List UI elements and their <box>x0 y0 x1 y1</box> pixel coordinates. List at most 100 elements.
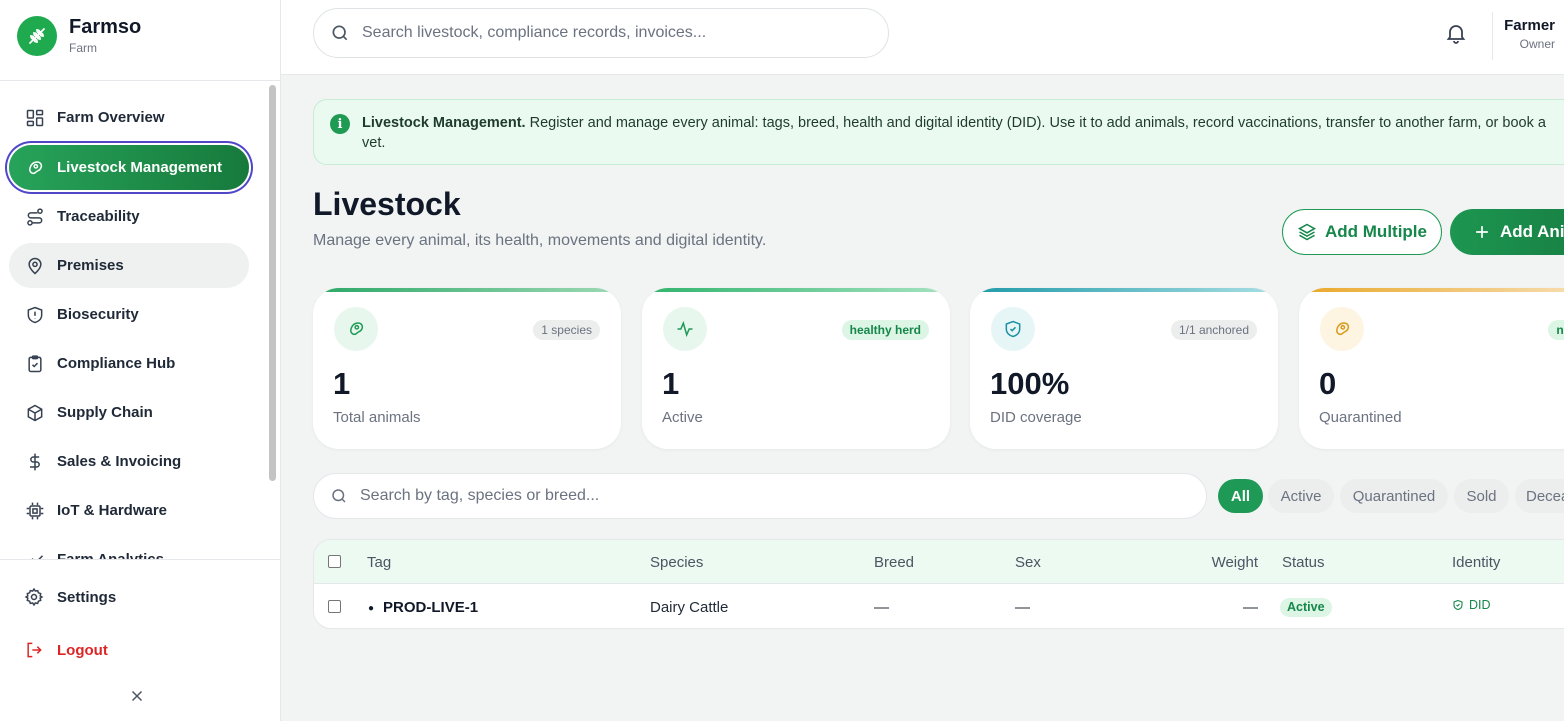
card-accent-strip <box>970 288 1278 292</box>
sidebar-item-label: Compliance Hub <box>57 355 176 372</box>
route-icon <box>27 207 43 226</box>
sidebar-item-label: Premises <box>57 257 124 274</box>
page-subtitle: Manage every animal, its health, movemen… <box>313 232 767 249</box>
paw-icon <box>1320 307 1364 351</box>
row-tag: PROD-LIVE-1 <box>383 599 479 616</box>
page-title: Livestock <box>313 186 461 222</box>
livestock-search[interactable] <box>313 473 1207 519</box>
global-search[interactable] <box>313 8 889 58</box>
layers-icon <box>1297 223 1317 241</box>
sidebar-item-label: Sales & Invoicing <box>57 453 182 470</box>
livestock-table: Tag Species Breed Sex Weight Status Iden… <box>313 539 1564 629</box>
shield-check-icon <box>1453 599 1463 611</box>
stat-label: Active <box>662 409 703 426</box>
divider <box>1492 12 1493 60</box>
stat-badge: healthy herd <box>841 320 929 340</box>
stat-label: DID coverage <box>990 409 1082 426</box>
add-animal-label: Add Animal <box>1500 222 1564 241</box>
settings-link[interactable]: Settings <box>24 587 116 607</box>
map-pin-icon <box>28 257 42 274</box>
user-name[interactable]: Farmer <box>1504 17 1555 34</box>
sidebar: Farmso Farm Farm Overview Livestock Mana… <box>0 0 281 721</box>
row-checkbox[interactable] <box>328 600 341 613</box>
select-all-checkbox[interactable] <box>328 555 341 568</box>
package-icon <box>27 404 43 421</box>
topbar: Farmer Owner <box>281 0 1564 75</box>
bullet-icon: ● <box>368 603 375 614</box>
stat-badge: 1/1 anchored <box>1170 320 1257 340</box>
sidebar-item-label: Farm Analytics <box>57 551 164 559</box>
sidebar-item-compliance-hub[interactable]: Compliance Hub <box>9 341 249 386</box>
stat-card-quarantined: none 0 Quarantined <box>1299 288 1564 449</box>
add-animal-button[interactable]: Add Animal <box>1450 209 1564 255</box>
filter-chip-quarantined[interactable]: Quarantined <box>1340 479 1448 513</box>
column-header-sex[interactable]: Sex <box>1015 554 1041 571</box>
info-icon: i <box>330 114 350 134</box>
row-identity[interactable]: DID <box>1452 598 1491 612</box>
column-header-tag[interactable]: Tag <box>367 554 391 571</box>
banner-body: Register and manage every animal: tags, … <box>362 115 1546 151</box>
card-accent-strip <box>313 288 621 292</box>
add-multiple-button[interactable]: Add Multiple <box>1282 209 1442 255</box>
table-header: Tag Species Breed Sex Weight Status Iden… <box>314 540 1564 584</box>
row-breed: — <box>874 599 889 616</box>
banner-title: Livestock Management. <box>362 115 526 131</box>
filter-chip-active[interactable]: Active <box>1268 479 1334 513</box>
banner-text: Livestock Management. Register and manag… <box>362 113 1564 153</box>
stat-badge: 1 species <box>533 320 600 340</box>
search-input[interactable] <box>362 24 842 42</box>
sidebar-item-label: Biosecurity <box>57 306 139 323</box>
sidebar-item-supply-chain[interactable]: Supply Chain <box>9 390 249 435</box>
sidebar-item-farm-analytics[interactable]: Farm Analytics <box>9 537 249 559</box>
status-badge: Active <box>1280 598 1332 617</box>
logout-icon <box>27 642 42 658</box>
close-icon[interactable] <box>129 688 145 704</box>
column-header-species[interactable]: Species <box>650 554 703 571</box>
column-header-breed[interactable]: Breed <box>874 554 914 571</box>
sidebar-item-biosecurity[interactable]: Biosecurity <box>9 292 249 337</box>
wheat-logo-icon <box>17 16 57 56</box>
activity-icon <box>663 307 707 351</box>
filter-chip-all[interactable]: All <box>1218 479 1263 513</box>
filter-chip-deceased[interactable]: Deceased <box>1515 479 1564 513</box>
logout-link[interactable]: Logout <box>24 640 108 660</box>
card-accent-strip <box>1299 288 1564 292</box>
chip-icon <box>26 502 44 519</box>
sidebar-item-farm-overview[interactable]: Farm Overview <box>9 95 249 140</box>
settings-label: Settings <box>57 588 117 606</box>
dollar-icon <box>30 453 40 470</box>
stat-value: 0 <box>1319 366 1337 401</box>
brand-subtitle: Farm <box>69 41 97 55</box>
stat-card-did-coverage: 1/1 anchored 100% DID coverage <box>970 288 1278 449</box>
filter-chip-sold[interactable]: Sold <box>1454 479 1509 513</box>
sidebar-item-label: IoT & Hardware <box>57 502 168 519</box>
column-header-identity[interactable]: Identity <box>1452 554 1500 571</box>
identity-label: DID <box>1469 598 1491 612</box>
stat-label: Quarantined <box>1319 409 1402 426</box>
row-species: Dairy Cattle <box>650 599 729 616</box>
paw-icon <box>29 160 43 174</box>
livestock-search-input[interactable] <box>360 487 1160 505</box>
row-sex: — <box>1015 599 1030 616</box>
sidebar-nav: Farm Overview Livestock Management Trace… <box>0 81 266 559</box>
stat-card-active: healthy herd 1 Active <box>642 288 950 449</box>
sidebar-item-livestock-management[interactable]: Livestock Management <box>9 145 249 190</box>
sidebar-item-iot-hardware[interactable]: IoT & Hardware <box>9 488 249 533</box>
sidebar-item-premises[interactable]: Premises <box>9 243 249 288</box>
brand-header: Farmso Farm <box>0 0 281 81</box>
sidebar-item-traceability[interactable]: Traceability <box>9 194 249 239</box>
sidebar-item-label: Livestock Management <box>57 159 223 176</box>
column-header-status[interactable]: Status <box>1282 554 1325 571</box>
trend-icon <box>31 554 44 559</box>
stat-value: 1 <box>662 366 680 401</box>
column-header-weight[interactable]: Weight <box>1194 554 1258 571</box>
search-icon <box>332 25 348 41</box>
stat-label: Total animals <box>333 409 421 426</box>
bell-icon[interactable] <box>1444 21 1468 45</box>
sidebar-item-label: Farm Overview <box>57 109 165 126</box>
paw-icon <box>334 307 378 351</box>
sidebar-item-sales-invoicing[interactable]: Sales & Invoicing <box>9 439 249 484</box>
shield-check-icon <box>991 307 1035 351</box>
clipboard-check-icon <box>28 354 42 372</box>
sidebar-scrollbar[interactable] <box>269 85 276 481</box>
